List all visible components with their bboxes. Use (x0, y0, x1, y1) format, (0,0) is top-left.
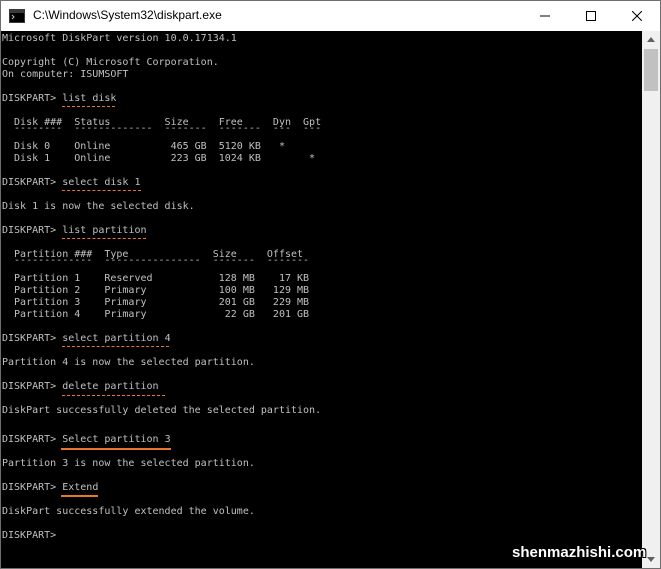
prompt: DISKPART> (2, 482, 63, 493)
command-text: list partition (62, 225, 147, 236)
command-text: delete partition (62, 381, 159, 392)
prompt: DISKPART> (2, 381, 63, 392)
partition-table-separator: ------------- ---------------- ------- -… (2, 255, 310, 266)
command-line: DISKPART> Extend (2, 482, 98, 494)
scroll-up-button[interactable] (642, 31, 660, 48)
maximize-icon (586, 11, 596, 21)
annotation-underline (62, 190, 141, 191)
command-line: DISKPART> list partition (2, 225, 147, 237)
watermark: shenmazhishi.com (512, 544, 647, 561)
scroll-thumb[interactable] (644, 49, 658, 91)
disk-table-row: Disk 0 Online 465 GB 5120 KB * (2, 141, 285, 152)
prompt: DISKPART> (2, 434, 63, 445)
disk-table-separator: -------- ------------- ------- ------- -… (2, 123, 322, 134)
minimize-icon (540, 15, 550, 17)
annotation-underline (62, 106, 115, 107)
maximize-button[interactable] (568, 1, 614, 31)
command-text: Select partition 3 (62, 434, 171, 445)
deleted-message: DiskPart successfully deleted the select… (2, 405, 322, 416)
title-bar[interactable]: C:\Windows\System32\diskpart.exe (1, 1, 660, 31)
diskpart-window: C:\Windows\System32\diskpart.exe Microso… (0, 0, 661, 569)
extended-message: DiskPart successfully extended the volum… (2, 506, 255, 517)
partition-table-row: Partition 2 Primary 100 MB 129 MB (2, 285, 310, 296)
final-prompt: DISKPART> (2, 530, 63, 541)
console-app-icon (9, 9, 25, 23)
command-line: DISKPART> list disk (2, 93, 116, 105)
partition-table-row: Partition 4 Primary 22 GB 201 GB (2, 309, 310, 320)
annotation-underline (61, 448, 171, 450)
window-title: C:\Windows\System32\diskpart.exe (33, 8, 222, 22)
copyright-line: Copyright (C) Microsoft Corporation. (2, 57, 219, 68)
command-line: DISKPART> Select partition 3 (2, 434, 171, 446)
partition4-selected-message: Partition 4 is now the selected partitio… (2, 357, 255, 368)
command-line: DISKPART> select disk 1 (2, 177, 141, 189)
prompt: DISKPART> (2, 225, 63, 236)
disk-table-row: Disk 1 Online 223 GB 1024 KB * (2, 153, 316, 164)
partition-table-row: Partition 1 Reserved 128 MB 17 KB (2, 273, 310, 284)
prompt: DISKPART> (2, 333, 63, 344)
command-text: select disk 1 (62, 177, 141, 188)
vertical-scrollbar[interactable] (642, 31, 660, 568)
scroll-down-arrow-icon (647, 557, 655, 562)
close-icon (632, 11, 642, 21)
annotation-underline (62, 238, 146, 239)
command-text: Extend (62, 482, 99, 493)
minimize-button[interactable] (522, 1, 568, 31)
close-button[interactable] (614, 1, 660, 31)
partition-table-row: Partition 3 Primary 201 GB 229 MB (2, 297, 310, 308)
version-line: Microsoft DiskPart version 10.0.17134.1 (2, 33, 237, 44)
prompt: DISKPART> (2, 177, 63, 188)
annotation-underline (62, 346, 169, 347)
scroll-up-arrow-icon (647, 37, 655, 42)
annotation-underline (61, 495, 98, 497)
console-output[interactable]: Microsoft DiskPart version 10.0.17134.1 … (1, 31, 642, 568)
annotation-underline (62, 395, 165, 396)
command-line: DISKPART> select partition 4 (2, 333, 171, 345)
prompt: DISKPART> (2, 93, 63, 104)
command-text: list disk (62, 93, 117, 104)
command-line: DISKPART> delete partition (2, 381, 159, 393)
command-text: select partition 4 (62, 333, 171, 344)
partition3-selected-message: Partition 3 is now the selected partitio… (2, 458, 255, 469)
disk-selected-message: Disk 1 is now the selected disk. (2, 201, 195, 212)
computer-line: On computer: ISUMSOFT (2, 69, 129, 80)
